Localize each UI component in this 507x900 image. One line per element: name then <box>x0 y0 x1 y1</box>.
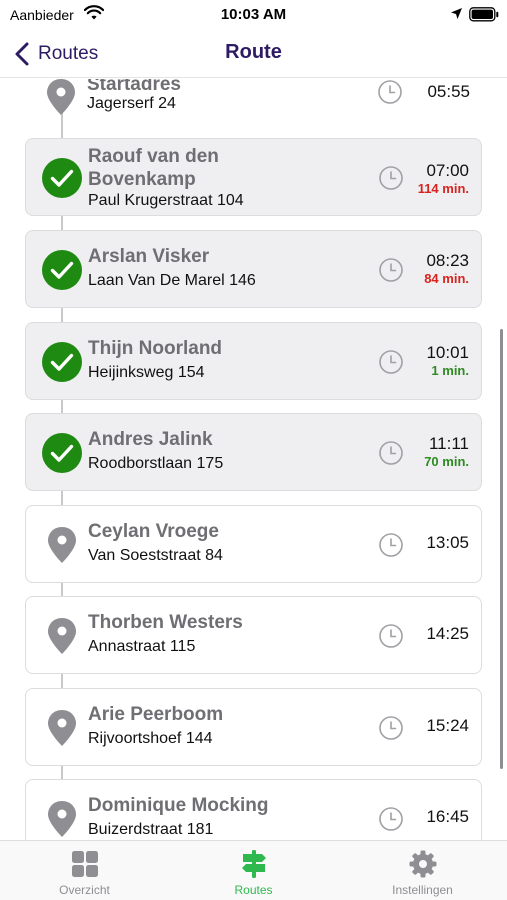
map-pin-icon <box>48 618 76 654</box>
checkmark-circle-icon <box>42 158 82 198</box>
stop-name: Ceylan Vroege <box>88 521 219 542</box>
stop-row[interactable]: Thijn Noorland Heijinksweg 154 10:01 1 m… <box>25 322 482 400</box>
checkmark-circle-icon <box>42 433 82 473</box>
stop-time: 08:23 <box>426 251 469 270</box>
clock-icon <box>379 166 403 190</box>
stop-name: Andres Jalink <box>88 429 213 450</box>
stop-name: Arie Peerboom <box>88 704 224 725</box>
stop-row[interactable]: Ceylan Vroege Van Soeststraat 84 13:05 <box>25 505 482 583</box>
stop-row[interactable]: Arslan Visker Laan Van De Marel 146 08:2… <box>25 230 482 308</box>
stop-name: Thijn Noorland <box>88 338 223 359</box>
stop-address: Annastraat 115 <box>88 638 196 655</box>
clock-icon <box>379 716 403 740</box>
map-pin-icon <box>47 79 75 115</box>
stop-address: Laan Van De Marel 146 <box>88 272 256 289</box>
delay-badge: 84 min. <box>424 271 469 286</box>
tab-overzicht[interactable]: Overzicht <box>0 841 169 900</box>
clock-icon <box>379 258 403 282</box>
clock-icon <box>379 350 403 374</box>
stop-address: Rijvoortshoef 144 <box>88 730 213 747</box>
tab-routes[interactable]: Routes <box>169 841 338 900</box>
stop-row[interactable]: Arie Peerboom Rijvoortshoef 144 15:24 <box>25 688 482 766</box>
stop-time: 13:05 <box>426 533 469 552</box>
stop-time: 05:55 <box>427 82 470 101</box>
stop-time: 14:25 <box>426 624 469 643</box>
map-pin-icon <box>48 527 76 563</box>
stop-name: Dominique Mocking <box>88 795 269 816</box>
status-bar: Aanbieder 10:03 AM <box>0 0 507 30</box>
checkmark-circle-icon <box>42 342 82 382</box>
clock-icon <box>378 80 402 104</box>
page-title: Route <box>225 41 282 63</box>
stop-time: 11:11 <box>428 434 469 453</box>
location-arrow-icon <box>451 8 462 19</box>
clock-icon <box>379 441 403 465</box>
delay-badge: 114 min. <box>417 181 469 196</box>
clock-icon <box>379 533 403 557</box>
stop-row[interactable]: Thorben Westers Annastraat 115 14:25 <box>25 596 482 674</box>
scrollbar[interactable] <box>500 329 503 769</box>
delay-badge: 70 min. <box>424 454 469 469</box>
tab-label: Overzicht <box>59 883 110 897</box>
stop-address: Roodborstlaan 175 <box>88 455 224 472</box>
battery-icon <box>469 7 499 22</box>
checkmark-circle-icon <box>42 250 82 290</box>
stop-time: 15:24 <box>426 716 469 735</box>
start-address-row[interactable]: Startadres Jagerserf 24 05:55 <box>25 79 482 145</box>
gear-icon <box>409 850 436 878</box>
clock-icon <box>379 624 403 648</box>
grid-icon <box>71 851 98 877</box>
stop-address: Heijinksweg 154 <box>88 364 205 381</box>
stop-name: Raouf van den Bovenkamp <box>88 146 219 190</box>
stop-time: 10:01 <box>426 343 469 362</box>
stop-name: Arslan Visker <box>88 246 210 267</box>
stop-row[interactable]: Andres Jalink Roodborstlaan 175 11:11 70… <box>25 413 482 491</box>
map-pin-icon <box>48 710 76 746</box>
delay-badge: 1 min. <box>431 363 469 378</box>
stop-row[interactable]: Raouf van den Bovenkamp Paul Krugerstraa… <box>25 138 482 216</box>
clock-icon <box>379 807 403 831</box>
route-stop-list[interactable]: Startadres Jagerserf 24 05:55 Raouf van … <box>0 79 507 840</box>
stop-name: Startadres <box>87 79 181 95</box>
tab-instellingen[interactable]: Instellingen <box>338 841 507 900</box>
tab-label: Instellingen <box>392 883 453 897</box>
stop-name: Thorben Westers <box>88 612 243 633</box>
stop-address: Buizerdstraat 181 <box>88 821 214 838</box>
stop-time: 16:45 <box>426 807 469 826</box>
stop-address: Jagerserf 24 <box>87 95 176 112</box>
stop-address: Paul Krugerstraat 104 <box>88 192 244 209</box>
navigation-bar: Routes Route <box>0 30 507 78</box>
status-time: 10:03 AM <box>220 6 287 23</box>
stop-time: 07:00 <box>426 161 469 180</box>
map-pin-icon <box>48 801 76 837</box>
stop-row[interactable]: Dominique Mocking Buizerdstraat 181 16:4… <box>25 779 482 840</box>
tab-label: Routes <box>234 883 273 897</box>
tab-bar: Overzicht Routes Instellingen <box>0 840 507 900</box>
signpost-icon <box>241 850 266 878</box>
stop-address: Van Soeststraat 84 <box>88 547 223 564</box>
